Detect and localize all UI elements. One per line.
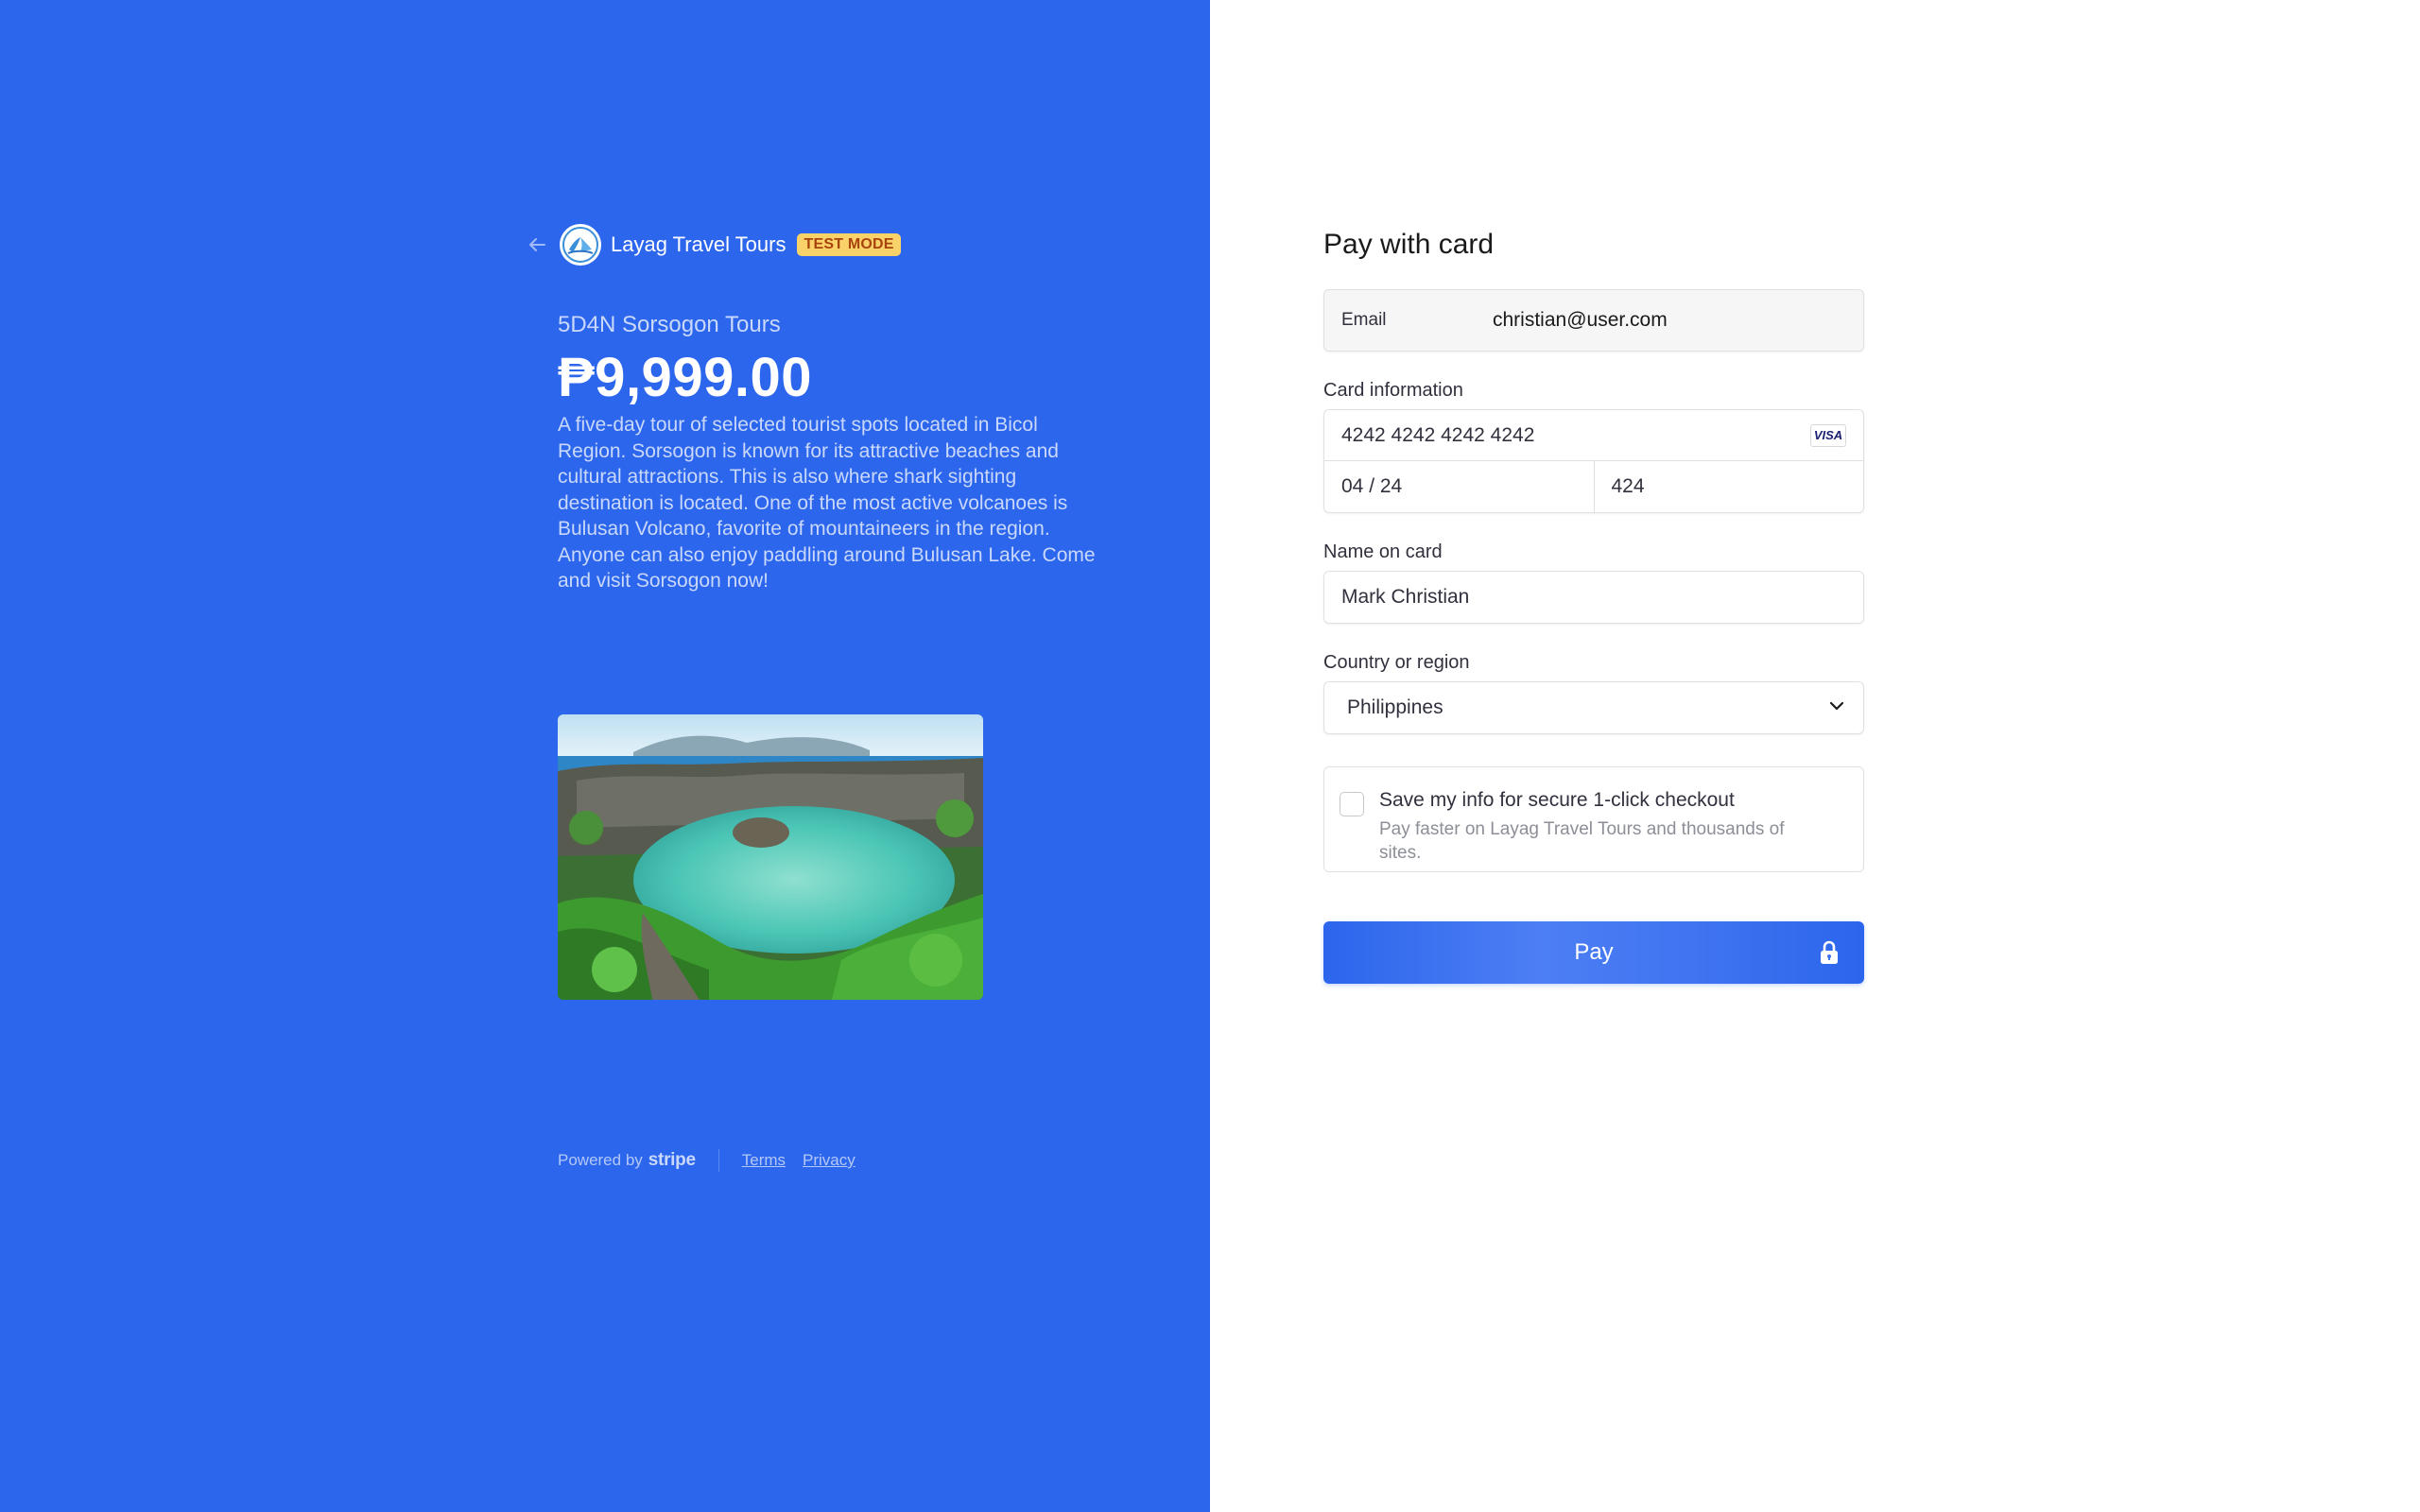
save-info-option: Save my info for secure 1-click checkout… xyxy=(1323,766,1864,872)
card-cvc-value: 424 xyxy=(1611,475,1645,497)
merchant-name: Layag Travel Tours xyxy=(611,232,786,256)
save-info-checkbox[interactable] xyxy=(1340,792,1364,816)
product-price: ₱9,999.00 xyxy=(558,347,812,408)
footer-divider xyxy=(717,1149,719,1172)
name-on-card-label: Name on card xyxy=(1323,541,1443,562)
card-details-row: 04 / 24 424 xyxy=(1324,461,1863,512)
name-on-card-value: Mark Christian xyxy=(1341,586,1470,608)
product-name: 5D4N Sorsogon Tours xyxy=(558,312,781,337)
save-info-text: Save my info for secure 1-click checkout… xyxy=(1379,781,1824,863)
country-value: Philippines xyxy=(1347,696,1443,718)
pay-button[interactable]: Pay xyxy=(1323,921,1864,984)
chevron-down-icon xyxy=(1827,696,1846,720)
payment-panel: Pay with card Email christian@user.com C… xyxy=(1210,0,2420,1512)
card-number-value: 4242 4242 4242 4242 xyxy=(1341,423,1535,446)
privacy-link[interactable]: Privacy xyxy=(803,1151,856,1170)
save-info-title: Save my info for secure 1-click checkout xyxy=(1379,789,1735,811)
checkout-footer: Powered by stripe Terms Privacy xyxy=(558,1149,873,1172)
test-mode-badge: TEST MODE xyxy=(797,233,901,256)
country-select[interactable]: Philippines xyxy=(1323,681,1864,734)
stripe-logo: stripe xyxy=(648,1150,696,1170)
visa-icon: VISA xyxy=(1810,423,1846,447)
name-on-card-input[interactable]: Mark Christian xyxy=(1323,571,1864,624)
checkout-page: Layag Travel Tours TEST MODE 5D4N Sorsog… xyxy=(0,0,2420,1512)
powered-by[interactable]: Powered by stripe xyxy=(558,1150,696,1171)
product-description: A five-day tour of selected tourist spot… xyxy=(558,414,1096,592)
card-number-input[interactable]: 4242 4242 4242 4242 VISA xyxy=(1324,410,1863,461)
email-field[interactable]: Email christian@user.com xyxy=(1323,289,1864,352)
save-info-subtitle: Pay faster on Layag Travel Tours and tho… xyxy=(1379,819,1785,863)
email-label: Email xyxy=(1341,310,1387,330)
payment-form: Pay with card Email christian@user.com C… xyxy=(1323,223,1864,984)
powered-by-label: Powered by xyxy=(558,1151,643,1169)
pay-button-label: Pay xyxy=(1574,939,1614,965)
email-value: christian@user.com xyxy=(1493,309,1668,331)
product-image xyxy=(558,714,983,1000)
merchant-logo-icon xyxy=(560,224,601,266)
card-information-group: 4242 4242 4242 4242 VISA 04 / 24 424 xyxy=(1323,409,1864,513)
back-arrow-icon[interactable] xyxy=(526,233,548,256)
card-expiry-input[interactable]: 04 / 24 xyxy=(1324,461,1594,512)
lock-icon xyxy=(1819,940,1840,965)
order-summary-panel: Layag Travel Tours TEST MODE 5D4N Sorsog… xyxy=(0,0,1210,1512)
form-title: Pay with card xyxy=(1323,229,1495,260)
terms-link[interactable]: Terms xyxy=(742,1151,786,1170)
card-cvc-input[interactable]: 424 xyxy=(1593,461,1864,512)
card-information-label: Card information xyxy=(1323,380,1463,401)
country-label: Country or region xyxy=(1323,652,1470,673)
merchant-header: Layag Travel Tours TEST MODE xyxy=(526,223,901,266)
card-expiry-value: 04 / 24 xyxy=(1341,475,1403,497)
